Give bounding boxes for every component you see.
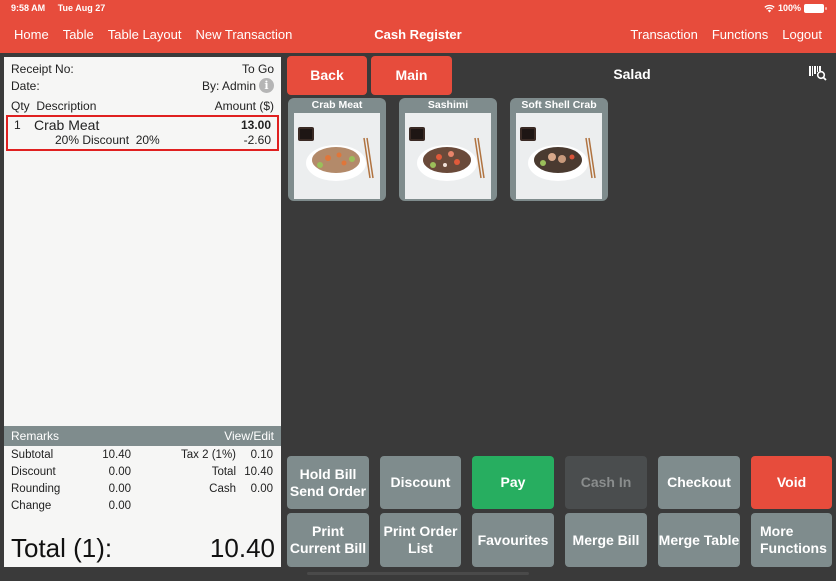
product-image bbox=[516, 113, 602, 199]
rounding-label: Rounding bbox=[11, 483, 61, 495]
col-qty: Qty bbox=[11, 99, 30, 113]
nav-logout[interactable]: Logout bbox=[782, 27, 822, 42]
print-order-list-button[interactable]: Print Order List bbox=[380, 513, 461, 567]
more-functions-button[interactable]: More Functions bbox=[751, 513, 832, 567]
product-tile-sashimi[interactable]: Sashimi bbox=[399, 98, 497, 201]
change-label: Change bbox=[11, 500, 52, 512]
salad-bowl-image bbox=[409, 127, 485, 181]
summary-row: Discount 0.00 Total 10.40 bbox=[11, 466, 273, 483]
rounding-value: 0.00 bbox=[108, 483, 131, 495]
col-description: Description bbox=[36, 99, 97, 113]
item-discount-amount: -2.60 bbox=[243, 133, 271, 147]
status-bar-right: 100% bbox=[764, 3, 827, 13]
item-discount-label: 20% Discount 20% bbox=[55, 133, 160, 147]
page-title: Cash Register bbox=[374, 27, 462, 42]
checkout-button[interactable]: Checkout bbox=[658, 456, 740, 509]
product-tile-soft-shell-crab[interactable]: Soft Shell Crab bbox=[510, 98, 608, 201]
cash-in-button[interactable]: Cash In bbox=[565, 456, 647, 509]
summary-row: Change 0.00 bbox=[11, 500, 273, 517]
back-button[interactable]: Back bbox=[287, 56, 367, 95]
void-button[interactable]: Void bbox=[751, 456, 832, 509]
pay-button[interactable]: Pay bbox=[472, 456, 554, 509]
discount-button[interactable]: Discount bbox=[380, 456, 461, 509]
status-bar-left: 9:58 AM Tue Aug 27 bbox=[11, 3, 115, 13]
receipt-no-row: Receipt No: To Go bbox=[11, 62, 274, 76]
grand-total-label: Total (1): bbox=[11, 533, 113, 563]
merge-table-button[interactable]: Merge Table bbox=[658, 513, 740, 567]
item-qty: 1 bbox=[14, 118, 21, 132]
discount-value: 0.00 bbox=[108, 466, 131, 478]
remarks-label: Remarks bbox=[11, 429, 60, 443]
status-date: Tue Aug 27 bbox=[57, 3, 106, 13]
grand-total-row: Total (1): 10.40 bbox=[11, 533, 275, 564]
app-header: 9:58 AM Tue Aug 27 100% Home Table Table… bbox=[0, 0, 836, 53]
product-name: Sashimi bbox=[427, 99, 469, 111]
receipt-panel: Receipt No: To Go Date: By: Admin i Qty … bbox=[4, 57, 281, 567]
salad-bowl-image bbox=[298, 127, 374, 181]
subtotal-label: Subtotal bbox=[11, 449, 54, 461]
product-image bbox=[405, 113, 491, 199]
date-label: Date: bbox=[11, 78, 40, 93]
nav-table[interactable]: Table bbox=[63, 27, 94, 42]
column-header-row: Qty Description Amount ($) bbox=[11, 99, 274, 113]
product-tile-crab-meat[interactable]: Crab Meat bbox=[288, 98, 386, 201]
horizontal-scrollbar[interactable] bbox=[307, 572, 529, 575]
cash-label: Cash bbox=[209, 483, 236, 495]
tax-label: Tax 2 (1%) bbox=[181, 449, 236, 461]
barcode-search-icon[interactable] bbox=[809, 65, 827, 81]
nav-transaction[interactable]: Transaction bbox=[630, 27, 697, 42]
receipt-line-item[interactable]: 1 Crab Meat 13.00 20% Discount 20% -2.60 bbox=[6, 115, 279, 151]
print-current-bill-button[interactable]: Print Current Bill bbox=[287, 513, 369, 567]
total-label: Total bbox=[211, 466, 236, 478]
tax-value: 0.10 bbox=[250, 449, 273, 461]
grand-total-value: 10.40 bbox=[209, 533, 275, 563]
remarks-view-edit[interactable]: View/Edit bbox=[224, 429, 274, 443]
change-value: 0.00 bbox=[108, 500, 131, 512]
summary-row: Subtotal 10.40 Tax 2 (1%) 0.10 bbox=[11, 449, 273, 466]
summary-table: Subtotal 10.40 Tax 2 (1%) 0.10 Discount … bbox=[11, 449, 273, 517]
summary-row: Rounding 0.00 Cash 0.00 bbox=[11, 483, 273, 500]
receipt-no-label: Receipt No: bbox=[11, 62, 74, 76]
nav-table-layout[interactable]: Table Layout bbox=[108, 27, 182, 42]
battery-icon bbox=[804, 3, 827, 13]
hold-bill-send-order-button[interactable]: Hold Bill Send Order bbox=[287, 456, 369, 509]
nav-right: Transaction Functions Logout bbox=[630, 27, 822, 42]
info-icon[interactable]: i bbox=[259, 78, 274, 93]
discount-label: Discount bbox=[11, 466, 56, 478]
cash-value: 0.00 bbox=[250, 483, 273, 495]
battery-percent: 100% bbox=[777, 3, 801, 13]
nav-new-transaction[interactable]: New Transaction bbox=[196, 27, 293, 42]
status-time: 9:58 AM bbox=[11, 3, 46, 13]
product-image bbox=[294, 113, 380, 199]
favourites-button[interactable]: Favourites bbox=[472, 513, 554, 567]
subtotal-value: 10.40 bbox=[102, 449, 131, 461]
wifi-icon bbox=[764, 4, 775, 12]
staff-label: By: Admin bbox=[201, 78, 256, 93]
col-amount: Amount ($) bbox=[214, 99, 274, 113]
product-name: Crab Meat bbox=[311, 99, 363, 111]
main-button[interactable]: Main bbox=[371, 56, 452, 95]
item-name: Crab Meat bbox=[34, 117, 100, 133]
nav-left: Home Table Table Layout New Transaction bbox=[14, 27, 292, 42]
order-type[interactable]: To Go bbox=[242, 62, 274, 76]
nav-functions[interactable]: Functions bbox=[712, 27, 768, 42]
remarks-bar: Remarks View/Edit bbox=[4, 426, 281, 446]
salad-bowl-image bbox=[520, 127, 596, 181]
nav-home[interactable]: Home bbox=[14, 27, 49, 42]
merge-bill-button[interactable]: Merge Bill bbox=[565, 513, 647, 567]
date-row: Date: By: Admin i bbox=[11, 78, 274, 93]
category-title: Salad bbox=[613, 66, 651, 82]
item-amount: 13.00 bbox=[240, 118, 271, 132]
product-name: Soft Shell Crab bbox=[521, 99, 597, 111]
total-value: 10.40 bbox=[244, 466, 273, 478]
